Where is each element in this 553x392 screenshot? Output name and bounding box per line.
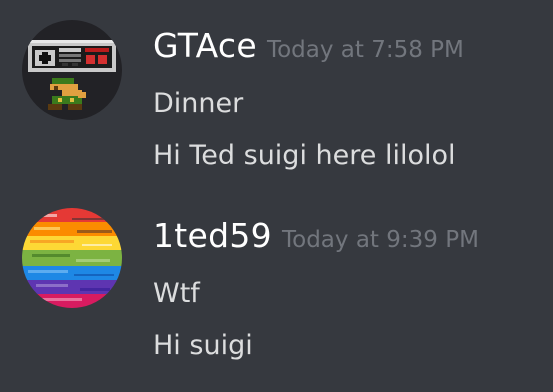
- username[interactable]: GTAce: [153, 26, 257, 65]
- nes-controller-mario-icon: [22, 20, 122, 120]
- message-group: 1ted59 Today at 9:39 PM Wtf Hi suigi: [0, 196, 553, 392]
- chat-messages: GTAce Today at 7:58 PM Dinner Hi Ted suig…: [0, 0, 553, 392]
- message-header: GTAce Today at 7:58 PM: [153, 26, 464, 65]
- avatar[interactable]: [22, 208, 122, 308]
- timestamp: Today at 7:58 PM: [266, 37, 464, 63]
- avatar[interactable]: [22, 20, 122, 120]
- rainbow-glitch-icon: [22, 208, 122, 308]
- message-text: Hi Ted suigi here lilolol: [153, 140, 456, 171]
- message-text: Dinner: [153, 88, 244, 119]
- message-text: Hi suigi: [153, 330, 253, 361]
- timestamp: Today at 9:39 PM: [281, 227, 479, 253]
- username[interactable]: 1ted59: [153, 216, 272, 255]
- message-text: Wtf: [153, 278, 200, 309]
- message-group: GTAce Today at 7:58 PM Dinner Hi Ted suig…: [0, 0, 553, 196]
- message-header: 1ted59 Today at 9:39 PM: [153, 216, 479, 255]
